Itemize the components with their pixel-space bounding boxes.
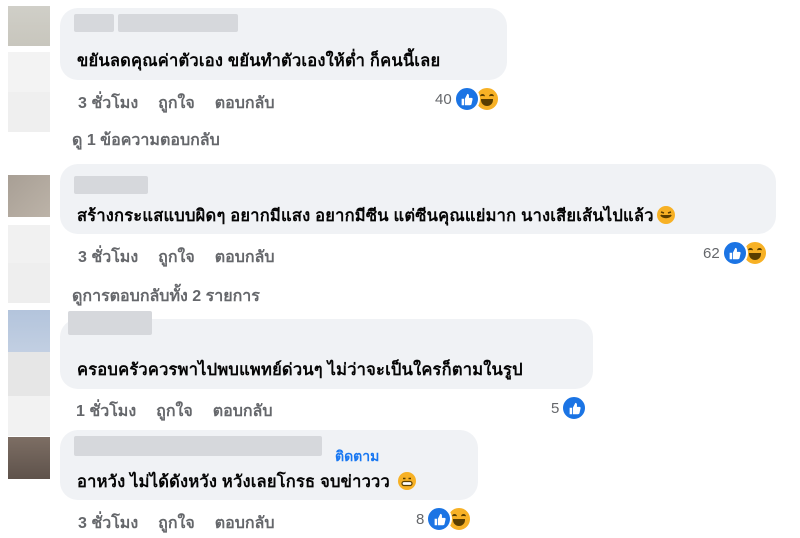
comment-text: ขยันลดคุณค่าตัวเอง ขยันทำตัวเองให้ต่ำ ก็… (77, 52, 441, 70)
like-icon (453, 86, 480, 112)
avatar-thread-tile (8, 263, 50, 303)
reaction-count: 8 (416, 510, 425, 528)
comment-actions: 3 ชั่วโมง ถูกใจ ตอบกลับ (78, 91, 295, 116)
avatar-thread-tile (8, 92, 50, 132)
comment-bubble: อาหวัง ไม่ได้ดังหวัง หวังเลยโกรธ จบข่าวว… (60, 430, 478, 500)
like-icon (561, 395, 588, 421)
reply-button[interactable]: ตอบกลับ (213, 403, 273, 420)
author-name[interactable] (68, 311, 152, 335)
avatar-thread-tile (8, 352, 50, 396)
comment-bubble: สร้างกระแสแบบผิดๆ อยากมีแสง อยากมีซีน แต… (60, 164, 776, 234)
comment-actions: 3 ชั่วโมง ถูกใจ ตอบกลับ (78, 511, 295, 536)
author-name[interactable] (74, 14, 114, 32)
comment-bubble: ขยันลดคุณค่าตัวเอง ขยันทำตัวเองให้ต่ำ ก็… (60, 8, 507, 80)
reply-button[interactable]: ตอบกลับ (215, 95, 275, 112)
follow-button[interactable]: ติดตาม (335, 446, 379, 468)
view-replies-link[interactable]: ดูการตอบกลับทั้ง 2 รายการ (72, 284, 260, 309)
reply-button[interactable]: ตอบกลับ (215, 249, 275, 266)
avatar[interactable] (8, 175, 50, 217)
avatar[interactable] (8, 437, 50, 479)
reply-button[interactable]: ตอบกลับ (215, 515, 275, 532)
author-name[interactable] (74, 436, 322, 456)
like-icon (426, 506, 453, 532)
rolling-laughing-emoji (656, 206, 675, 224)
view-replies-link[interactable]: ดู 1 ข้อความตอบกลับ (72, 128, 220, 153)
like-icon (721, 240, 748, 266)
reaction-count: 40 (435, 90, 452, 108)
like-button[interactable]: ถูกใจ (156, 403, 193, 420)
reaction-summary[interactable]: 40 (435, 86, 500, 112)
timestamp-link[interactable]: 3 ชั่วโมง (78, 515, 138, 532)
avatar[interactable] (8, 6, 50, 46)
timestamp-link[interactable]: 3 ชั่วโมง (78, 95, 138, 112)
reaction-count: 5 (551, 399, 560, 417)
reaction-count: 62 (703, 244, 720, 262)
timestamp-link[interactable]: 3 ชั่วโมง (78, 249, 138, 266)
comment-text: ครอบครัวควรพาไปพบแพทย์ด่วนๆ ไม่ว่าจะเป็น… (77, 361, 523, 379)
like-button[interactable]: ถูกใจ (158, 95, 195, 112)
avatar-thread-tile (8, 225, 50, 263)
reaction-summary[interactable]: 8 (416, 506, 473, 532)
comment-actions: 1 ชั่วโมง ถูกใจ ตอบกลับ (76, 399, 293, 424)
reaction-summary[interactable]: 62 (703, 240, 768, 266)
like-button[interactable]: ถูกใจ (158, 249, 195, 266)
like-button[interactable]: ถูกใจ (158, 515, 195, 532)
timestamp-link[interactable]: 1 ชั่วโมง (76, 403, 136, 420)
comment-text: อาหวัง ไม่ได้ดังหวัง หวังเลยโกรธ จบข่าวว… (77, 469, 416, 495)
comment-bubble: ครอบครัวควรพาไปพบแพทย์ด่วนๆ ไม่ว่าจะเป็น… (60, 311, 593, 389)
reaction-summary[interactable]: 5 (551, 395, 588, 421)
avatar-thread-tile (8, 396, 50, 436)
author-name[interactable] (118, 14, 238, 32)
comment-text: สร้างกระแสแบบผิดๆ อยากมีแสง อยากมีซีน แต… (77, 203, 675, 229)
comment-actions: 3 ชั่วโมง ถูกใจ ตอบกลับ (78, 245, 295, 270)
author-name[interactable] (74, 176, 148, 194)
avatar-thread-tile (8, 52, 50, 92)
grinning-emoji (397, 472, 416, 490)
avatar[interactable] (8, 310, 50, 352)
